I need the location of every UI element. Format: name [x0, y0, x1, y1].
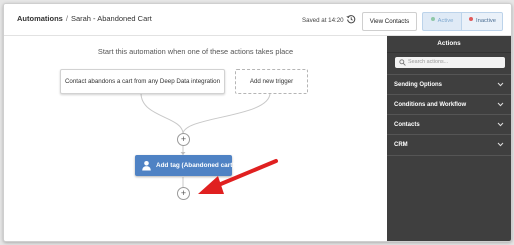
toggle-active-option[interactable]: Active [423, 13, 461, 30]
history-icon[interactable] [346, 14, 356, 24]
section-crm[interactable]: CRM [387, 134, 511, 156]
breadcrumb: Automations / Sarah - Abandoned Cart [17, 14, 152, 23]
section-label: Conditions and Workflow [394, 102, 467, 108]
breadcrumb-separator: / [65, 14, 68, 23]
breadcrumb-automations-link[interactable]: Automations [17, 14, 63, 23]
chevron-down-icon [497, 82, 504, 87]
toggle-inactive-option[interactable]: Inactive [461, 13, 502, 30]
workflow-canvas: Start this automation when one of these … [4, 36, 387, 241]
section-contacts[interactable]: Contacts [387, 114, 511, 135]
chevron-down-icon [497, 102, 504, 107]
actions-panel-title: Actions [387, 36, 511, 53]
search-icon [399, 59, 406, 66]
search-placeholder: Search actions... [408, 59, 449, 65]
automation-window: Automations / Sarah - Abandoned Cart Saved… [3, 3, 512, 242]
chevron-down-icon [497, 122, 504, 127]
section-label: Sending Options [394, 82, 442, 88]
saved-status: Saved at 14:20 [302, 17, 344, 24]
search-actions-input[interactable]: Search actions... [395, 57, 505, 68]
top-bar: Automations / Sarah - Abandoned Cart Saved… [4, 4, 511, 36]
breadcrumb-current: Sarah - Abandoned Cart [70, 14, 152, 23]
chevron-down-icon [497, 142, 504, 147]
section-label: Contacts [394, 122, 420, 128]
section-sending-options[interactable]: Sending Options [387, 74, 511, 95]
section-conditions-and-workflow[interactable]: Conditions and Workflow [387, 94, 511, 115]
toggle-active-label: Active [437, 18, 454, 24]
actions-panel: Actions Search actions... Sending Option… [387, 36, 511, 241]
section-label: CRM [394, 142, 408, 148]
toggle-inactive-label: Inactive [476, 18, 496, 24]
inactive-dot-icon [469, 17, 473, 22]
view-contacts-button[interactable]: View Contacts [362, 12, 417, 31]
active-dot-icon [430, 17, 435, 22]
annotation-arrow-icon [198, 159, 278, 194]
status-toggle: Active Inactive [422, 12, 503, 31]
